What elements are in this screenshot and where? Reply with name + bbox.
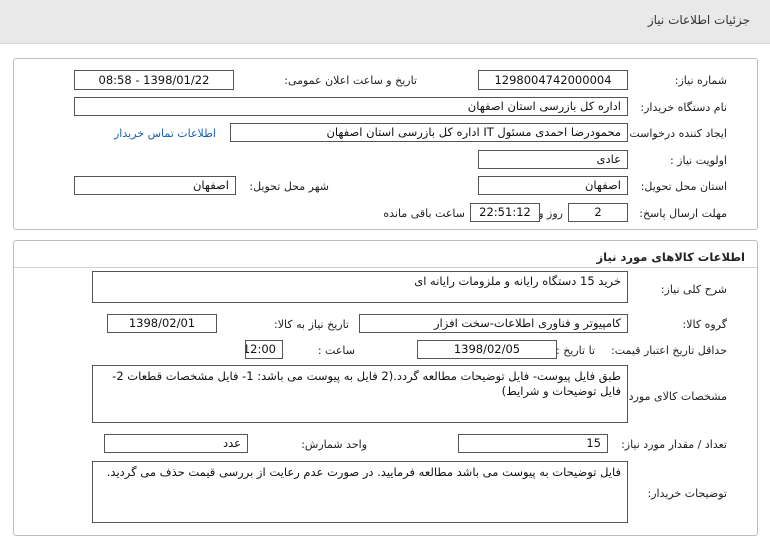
- announce-datetime-label: تاریخ و ساعت اعلان عمومی:: [284, 74, 417, 87]
- province-label: استان محل تحویل:: [640, 180, 727, 193]
- quantity-field: 15: [458, 434, 608, 453]
- buyer-org-label: نام دستگاه خریدار:: [640, 101, 727, 114]
- validity-time-label: ساعت :: [317, 344, 355, 357]
- need-number-field: 1298004742000004: [478, 70, 628, 90]
- goods-group-field: کامپیوتر و فناوری اطلاعات-سخت افزار: [359, 314, 628, 333]
- goods-info-panel: اطلاعات کالاهای مورد نیاز شرح کلی نیاز: …: [13, 240, 758, 536]
- city-label: شهر محل تحویل:: [249, 180, 329, 193]
- requester-field: محمودرضا احمدی مسئول IT اداره کل بازرسی …: [230, 123, 628, 142]
- summary-field: خرید 15 دستگاه رایانه و ملزومات رایانه ا…: [92, 271, 628, 303]
- validity-date-field: 1398/02/05: [417, 340, 557, 359]
- time-left-suffix-label: ساعت باقی مانده: [383, 207, 465, 220]
- summary-label: شرح کلی نیاز:: [660, 283, 727, 296]
- buyer-notes-label: توضیحات خریدار:: [647, 487, 728, 500]
- buyer-contact-link[interactable]: اطلاعات تماس خریدار: [114, 127, 216, 140]
- buyer-notes-field: فایل توضیحات به پیوست می باشد مطالعه فرم…: [92, 461, 628, 523]
- deadline-label: مهلت ارسال پاسخ:: [639, 207, 727, 220]
- validity-until-label: تا تاریخ :: [556, 344, 595, 357]
- priority-label: اولویت نیاز :: [669, 154, 727, 167]
- unit-field: عدد: [104, 434, 248, 453]
- unit-label: واحد شمارش:: [301, 438, 367, 451]
- deadline-days-field: 2: [568, 203, 628, 222]
- need-info-panel: شماره نیاز: 1298004742000004 تاریخ و ساع…: [13, 58, 758, 230]
- specs-field: طبق فایل پیوست- فایل توضیحات مطالعه گردد…: [92, 365, 628, 423]
- buyer-org-field: اداره کل بازرسی استان اصفهان: [74, 97, 628, 116]
- need-date-field: 1398/02/01: [107, 314, 217, 333]
- goods-group-label: گروه کالا:: [682, 318, 727, 331]
- page-header: جزئیات اطلاعات نیاز: [0, 0, 770, 44]
- city-field: اصفهان: [74, 176, 236, 195]
- days-suffix-label: روز و: [538, 207, 563, 220]
- priority-field: عادی: [478, 150, 628, 169]
- need-number-label: شماره نیاز:: [674, 74, 727, 87]
- requester-label: ایجاد کننده درخواست:: [625, 127, 727, 140]
- quantity-label: تعداد / مقدار مورد نیاز:: [621, 438, 727, 451]
- time-left-field: 22:51:12: [470, 203, 540, 222]
- validity-time-field: 12:00: [245, 340, 283, 359]
- section-divider: [14, 267, 757, 268]
- goods-section-title: اطلاعات کالاهای مورد نیاز: [596, 250, 745, 264]
- validity-label: حداقل تاریخ اعتبار قیمت:: [611, 344, 727, 357]
- page-title: جزئیات اطلاعات نیاز: [647, 13, 750, 27]
- need-date-label: تاریخ نیاز به کالا:: [274, 318, 349, 331]
- announce-datetime-field: 1398/01/22 - 08:58: [74, 70, 234, 90]
- province-field: اصفهان: [478, 176, 628, 195]
